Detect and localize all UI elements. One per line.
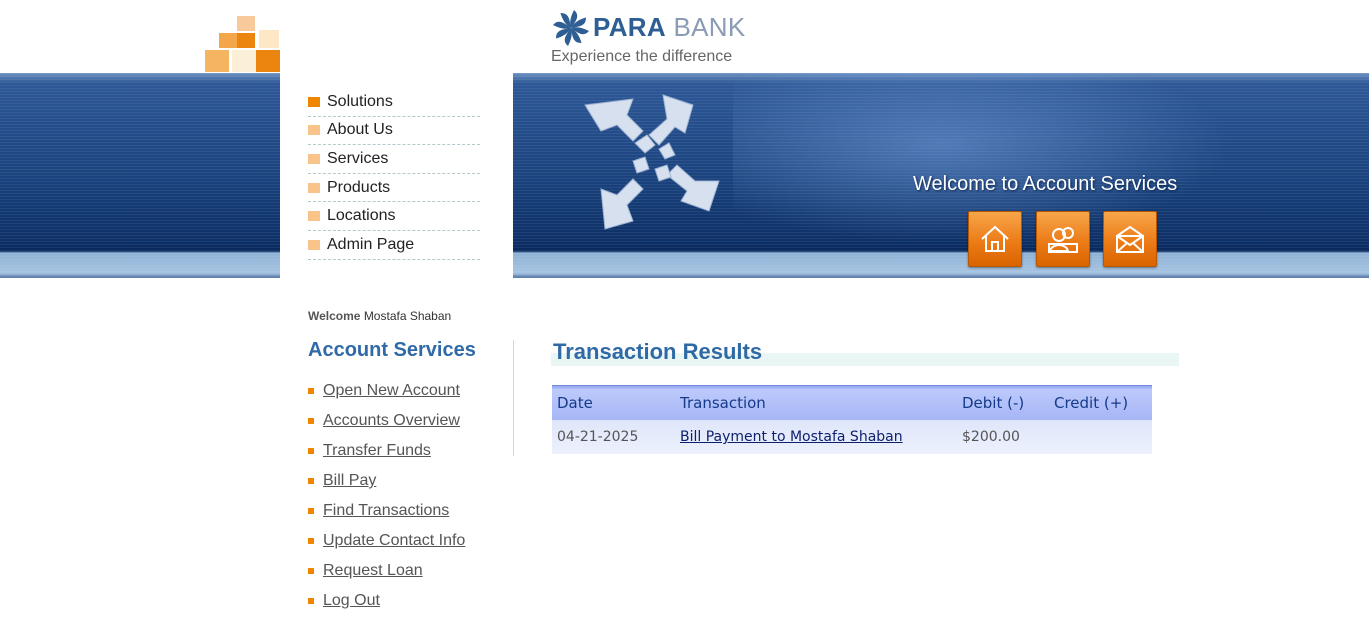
request-loan-link[interactable]: Request Loan [323, 562, 423, 580]
accounts-overview-link[interactable]: Accounts Overview [323, 412, 460, 430]
transaction-debit: $200.00 [957, 420, 1049, 454]
panel-divider [513, 340, 514, 456]
home-icon [981, 225, 1009, 252]
brand-name: PARA BANK [593, 12, 746, 43]
open-new-account-link[interactable]: Open New Account [323, 382, 460, 400]
page-title: Transaction Results [553, 339, 763, 364]
account-services-menu: Open New Account Accounts Overview Trans… [308, 376, 465, 616]
welcome-user: Welcome Mostafa Shaban [308, 309, 451, 323]
account-services-title: Account Services [308, 339, 476, 361]
brand-name-part2: BANK [673, 12, 746, 42]
transaction-credit [1049, 420, 1152, 454]
contact-icon [1048, 227, 1078, 253]
decorative-blocks [205, 16, 280, 73]
bullet-icon [308, 388, 314, 394]
menu-item-products[interactable]: Products [308, 174, 480, 203]
contact-button[interactable] [1036, 211, 1090, 267]
top-nav-menu: Solutions About Us Services Products Loc… [280, 73, 513, 298]
menu-item-label: About Us [327, 121, 393, 139]
bullet-icon [308, 448, 314, 454]
column-header-date: Date [552, 385, 675, 420]
menu-item-label: Admin Page [327, 235, 415, 253]
welcome-label: Welcome [308, 309, 361, 323]
transaction-cell: Bill Payment to Mostafa Shaban [675, 420, 957, 454]
menu-item-admin-page[interactable]: Admin Page [308, 231, 480, 260]
arrows-graphic-icon [584, 94, 720, 230]
brand-tagline: Experience the difference [551, 48, 733, 65]
pinwheel-logo-icon [553, 10, 589, 46]
home-button[interactable] [968, 211, 1022, 267]
bullet-icon [308, 125, 320, 136]
column-header-transaction: Transaction [675, 385, 957, 420]
menu-item-label: Locations [327, 207, 396, 225]
bullet-icon [308, 153, 320, 164]
transaction-table: Date Transaction Debit (-) Credit (+) 04… [552, 385, 1152, 454]
bullet-icon [308, 96, 320, 107]
bullet-icon [308, 568, 314, 574]
column-header-credit: Credit (+) [1049, 385, 1152, 420]
sidebar-item-open-new-account: Open New Account [308, 376, 465, 406]
bullet-icon [308, 239, 320, 250]
header-banner-left [0, 73, 280, 278]
menu-item-about-us[interactable]: About Us [308, 117, 480, 146]
bullet-icon [308, 211, 320, 222]
sidebar-item-transfer-funds: Transfer Funds [308, 436, 465, 466]
menu-item-services[interactable]: Services [308, 145, 480, 174]
mail-icon [1116, 225, 1144, 253]
banner-welcome-title: Welcome to Account Services [913, 173, 1178, 195]
menu-item-label: Services [327, 149, 389, 167]
sidebar-item-accounts-overview: Accounts Overview [308, 406, 465, 436]
mail-button[interactable] [1103, 211, 1157, 267]
menu-item-label: Products [327, 178, 391, 196]
transaction-date: 04-21-2025 [552, 420, 675, 454]
transaction-link[interactable]: Bill Payment to Mostafa Shaban [680, 429, 903, 445]
brand-name-part1: PARA [593, 12, 666, 42]
log-out-link[interactable]: Log Out [323, 592, 380, 610]
bullet-icon [308, 508, 314, 514]
sidebar-item-update-contact-info: Update Contact Info [308, 526, 465, 556]
column-header-debit: Debit (-) [957, 385, 1049, 420]
user-name: Mostafa Shaban [363, 309, 452, 323]
table-row: 04-21-2025 Bill Payment to Mostafa Shaba… [552, 420, 1152, 454]
bullet-icon [308, 418, 314, 424]
menu-item-locations[interactable]: Locations [308, 202, 480, 231]
table-header-row: Date Transaction Debit (-) Credit (+) [552, 385, 1152, 420]
update-contact-info-link[interactable]: Update Contact Info [323, 532, 465, 550]
transfer-funds-link[interactable]: Transfer Funds [323, 442, 431, 460]
sidebar-item-bill-pay: Bill Pay [308, 466, 465, 496]
sidebar-item-request-loan: Request Loan [308, 556, 465, 586]
bill-pay-link[interactable]: Bill Pay [323, 472, 376, 490]
menu-item-label: Solutions [327, 92, 393, 110]
bullet-icon [308, 538, 314, 544]
find-transactions-link[interactable]: Find Transactions [323, 502, 449, 520]
bullet-icon [308, 182, 320, 193]
bullet-icon [308, 478, 314, 484]
header-banner: Welcome to Account Services [513, 73, 1369, 278]
sidebar-item-log-out: Log Out [308, 586, 465, 616]
bullet-icon [308, 598, 314, 604]
sidebar-item-find-transactions: Find Transactions [308, 496, 465, 526]
menu-item-solutions[interactable]: Solutions [308, 88, 480, 117]
